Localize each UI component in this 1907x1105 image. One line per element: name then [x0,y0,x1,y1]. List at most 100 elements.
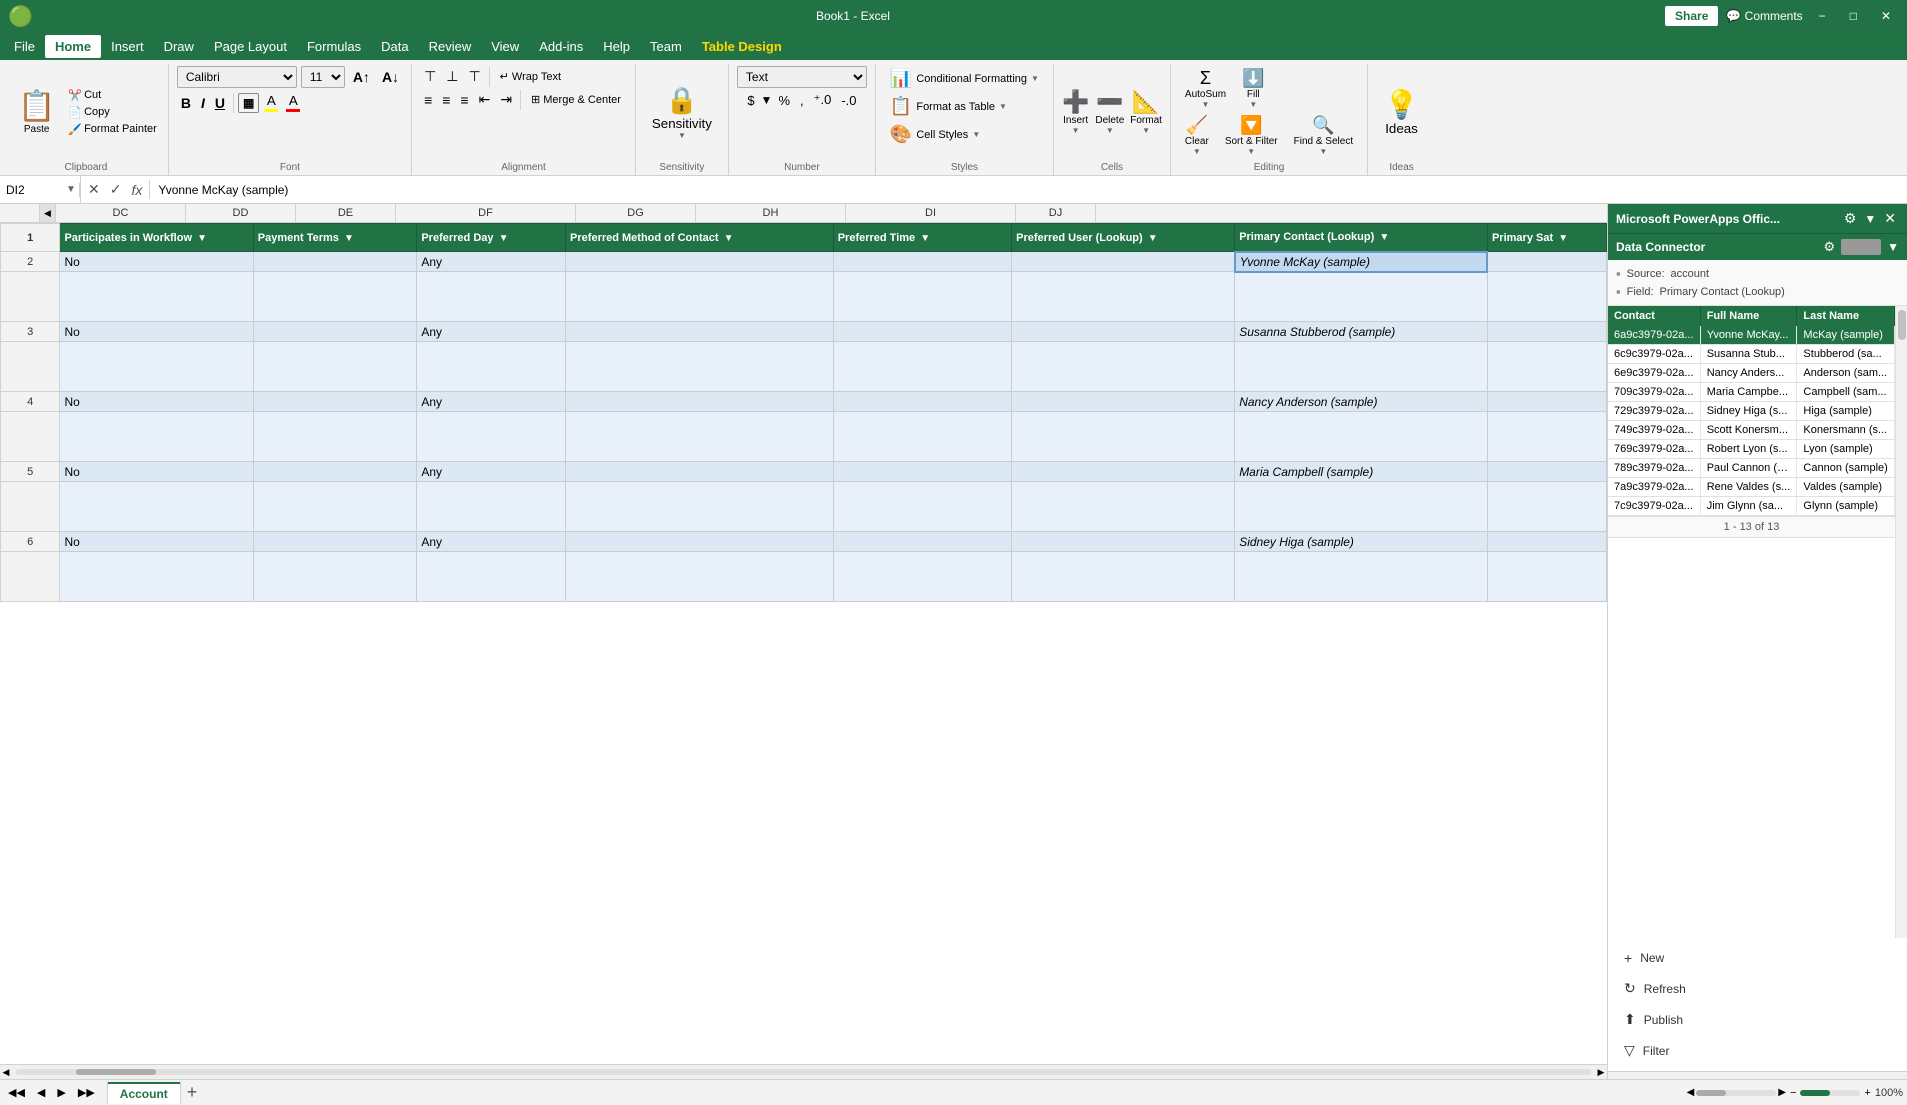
list-item[interactable]: 729c3979-02a... Sidney Higa (s... Higa (… [1608,402,1895,421]
copy-button[interactable]: 📄 Copy [65,105,159,120]
list-item[interactable]: 7a9c3979-02a... Rene Valdes (s... Valdes… [1608,478,1895,497]
col-lastname[interactable]: Last Name [1797,306,1895,326]
fullname-3[interactable]: Nancy Anders... [1700,364,1797,383]
menu-add-ins[interactable]: Add-ins [529,35,593,58]
cell-r5b-dh[interactable] [1012,482,1235,532]
cell-r6b-dj[interactable] [1487,552,1606,602]
col-fullname[interactable]: Full Name [1700,306,1797,326]
cell-r5b-dd[interactable] [253,482,417,532]
cell-r3b-dc[interactable] [60,342,253,392]
cell-r5b-dc[interactable] [60,482,253,532]
align-right-button[interactable]: ≡ [456,90,472,110]
filter-button[interactable]: ▽ Filter [1618,1038,1897,1063]
cell-r4b-df[interactable] [566,412,834,462]
cell-r6b-dg[interactable] [833,552,1011,602]
formula-input[interactable] [150,183,1907,197]
add-sheet-button[interactable]: + [183,1082,202,1103]
cell-r5b-dg[interactable] [833,482,1011,532]
cell-r4b-dd[interactable] [253,412,417,462]
ideas-button[interactable]: 💡 Ideas [1376,84,1427,140]
increase-decimal-button[interactable]: ⁺.0 [810,90,836,110]
menu-team[interactable]: Team [640,35,692,58]
menu-data[interactable]: Data [371,35,418,58]
sheet-hscroll[interactable]: ◀ ▶ [1687,1087,1786,1098]
delete-button[interactable]: ➖ Delete ▼ [1095,89,1124,135]
dc-settings-button[interactable]: ⚙ [1823,239,1835,255]
col-header-di[interactable]: DI [846,204,1016,222]
clear-button[interactable]: 🧹 Clear ▼ [1179,113,1215,158]
zoom-thumb[interactable] [1800,1090,1830,1096]
cell-r4-dc[interactable]: No [60,392,253,412]
lastname-6[interactable]: Konersmann (s... [1797,421,1895,440]
cell-r5-dg[interactable] [833,462,1011,482]
sensitivity-button[interactable]: 🔒 Sensitivity ▼ [644,83,720,142]
header-dg[interactable]: Preferred Time ▼ [833,224,1011,252]
cell-r6b-df[interactable] [566,552,834,602]
cell-r2-di[interactable]: Yvonne McKay (sample) [1235,252,1488,272]
table-row[interactable]: 3 No Any Susanna Stubberod (sample) [1,322,1607,342]
h-scroll-thumb[interactable] [76,1069,156,1075]
cell-r2-df[interactable] [566,252,834,272]
sheet-tab-account[interactable]: Account [107,1082,181,1104]
publish-button[interactable]: ⬆ Publish [1618,1007,1897,1032]
header-dh[interactable]: Preferred User (Lookup) ▼ [1012,224,1235,252]
cell-r4-dh[interactable] [1012,392,1235,412]
h-scrollbar[interactable]: ◀ ▶ [0,1064,1607,1079]
cancel-formula-button[interactable]: ✕ [85,180,103,199]
fullname-9[interactable]: Rene Valdes (s... [1700,478,1797,497]
filter-df-icon[interactable]: ▼ [724,233,734,244]
panel-v-scrollbar[interactable] [1895,306,1907,938]
header-dd[interactable]: Payment Terms ▼ [253,224,417,252]
sheet-scroll-track[interactable] [1696,1090,1776,1096]
fullname-10[interactable]: Jim Glynn (sa... [1700,497,1797,516]
cell-r6-dg[interactable] [833,532,1011,552]
scroll-left-button[interactable]: ◀ [40,204,56,222]
cell-r4-dd[interactable] [253,392,417,412]
italic-button[interactable]: I [197,93,209,113]
cell-r3b-dh[interactable] [1012,342,1235,392]
header-dj[interactable]: Primary Sat ▼ [1487,224,1606,252]
lastname-3[interactable]: Anderson (sam... [1797,364,1895,383]
cell-r2b-dg[interactable] [833,272,1011,322]
contact-6[interactable]: 749c3979-02a... [1608,421,1700,440]
cell-r2b-dc[interactable] [60,272,253,322]
menu-view[interactable]: View [481,35,529,58]
cell-r4-df[interactable] [566,392,834,412]
cell-r6-dj[interactable] [1487,532,1606,552]
panel-settings-button[interactable]: ⚙ [1841,210,1860,227]
lastname-2[interactable]: Stubberod (sa... [1797,345,1895,364]
fullname-8[interactable]: Paul Cannon (… [1700,459,1797,478]
cell-r5b-df[interactable] [566,482,834,532]
cell-r6-dd[interactable] [253,532,417,552]
cell-r4-dg[interactable] [833,392,1011,412]
cell-r5-dc[interactable]: No [60,462,253,482]
contact-10[interactable]: 7c9c3979-02a... [1608,497,1700,516]
cell-r4b-dh[interactable] [1012,412,1235,462]
list-item[interactable]: 6c9c3979-02a... Susanna Stub... Stubbero… [1608,345,1895,364]
cell-r3b-dd[interactable] [253,342,417,392]
menu-insert[interactable]: Insert [101,35,154,58]
sheet-scroll-right[interactable]: ▶ [1778,1087,1786,1098]
cell-r6b-di[interactable] [1235,552,1488,602]
list-item[interactable]: 749c3979-02a... Scott Konersm... Konersm… [1608,421,1895,440]
filter-dh-icon[interactable]: ▼ [1148,233,1158,244]
panel-dropdown-button[interactable]: ▼ [1861,210,1879,227]
contact-2[interactable]: 6c9c3979-02a... [1608,345,1700,364]
header-di[interactable]: Primary Contact (Lookup) ▼ [1235,224,1488,252]
header-dc[interactable]: Participates in Workflow ▼ [60,224,253,252]
lastname-9[interactable]: Valdes (sample) [1797,478,1895,497]
menu-table-design[interactable]: Table Design [692,35,792,58]
list-item[interactable]: 7c9c3979-02a... Jim Glynn (sa... Glynn (… [1608,497,1895,516]
contact-5[interactable]: 729c3979-02a... [1608,402,1700,421]
increase-font-button[interactable]: A↑ [349,67,374,87]
comma-button[interactable]: , [796,91,808,110]
dc-dropdown-button[interactable]: ▼ [1887,240,1899,254]
dc-toggle[interactable] [1841,239,1881,255]
cell-r6-de[interactable]: Any [417,532,566,552]
contact-8[interactable]: 789c3979-02a... [1608,459,1700,478]
cell-r5-df[interactable] [566,462,834,482]
lastname-1[interactable]: McKay (sample) [1797,326,1895,345]
close-button[interactable]: ✕ [1873,5,1899,27]
contact-4[interactable]: 709c3979-02a... [1608,383,1700,402]
font-family-selector[interactable]: Calibri [177,66,297,88]
